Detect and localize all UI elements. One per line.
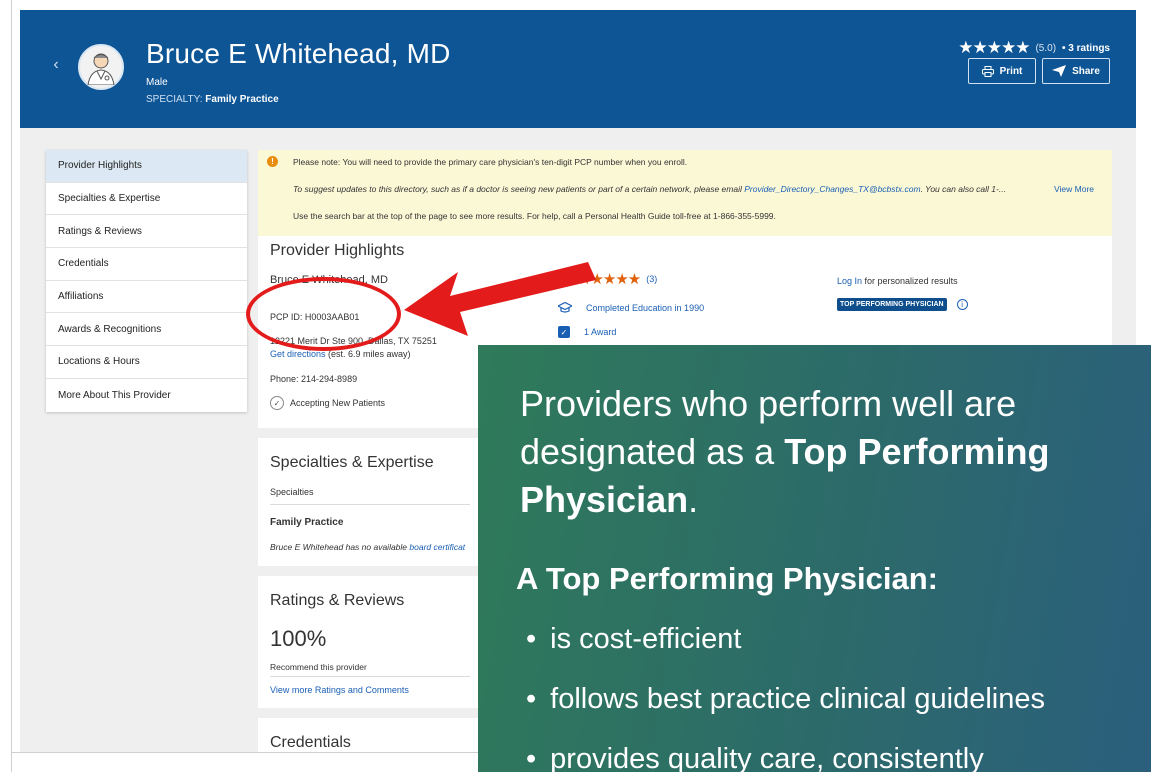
bullet-dot-icon: • [526,623,537,655]
explainer-line-3: Physician. [520,479,698,521]
explainer-bullet: • follows best practice clinical guidelin… [526,683,1045,716]
notice-line-2: To suggest updates to this directory, su… [293,184,1053,194]
divider [270,504,470,505]
board-certification-note: Bruce E Whitehead has no available board… [270,542,465,552]
distance-note: (est. 6.9 miles away) [325,349,411,359]
accepting-label: Accepting New Patients [290,398,386,408]
login-prompt: Log In for personalized results [837,276,958,286]
header-rating-score: (5.0) [1035,42,1057,54]
view-ratings-link[interactable]: View more Ratings and Comments [270,685,409,695]
bullet-text: follows best practice clinical guideline… [550,683,1046,715]
share-label: Share [1072,65,1100,77]
specialties-title: Specialties & Expertise [270,454,434,471]
explainer-heading: A Top Performing Physician: [516,561,938,596]
accepting-patients: ✓ Accepting New Patients [270,396,385,410]
nav-item-locations[interactable]: Locations & Hours [46,346,247,379]
header-rating: ★★★★★ (5.0) • 3 ratings [958,38,1110,58]
header-rating-count[interactable]: • 3 ratings [1062,43,1110,54]
login-link[interactable]: Log In [837,276,862,286]
specialties-subtitle: Specialties [270,487,314,497]
provider-gender: Male [146,77,168,88]
notice-email-link[interactable]: Provider_Directory_Changes_TX@bcbstx.com [744,184,920,194]
section-nav: Provider Highlights Specialties & Expert… [46,150,247,412]
recommend-percent: 100% [270,626,327,651]
highlights-title: Provider Highlights [270,242,405,259]
nav-item-specialties[interactable]: Specialties & Expertise [46,183,247,216]
divider [270,676,470,677]
doctor-avatar-icon [78,44,124,90]
ratings-title: Ratings & Reviews [270,592,405,609]
notice-line-3: Use the search bar at the top of the pag… [293,211,776,221]
explainer-line-3-text: . [688,479,699,520]
share-button[interactable]: Share [1042,58,1110,84]
info-icon[interactable]: i [956,299,968,310]
board-note-text: Bruce E Whitehead has no available [270,542,410,552]
printer-icon [981,65,994,77]
header-star-rating: ★★★★★ [958,38,1030,57]
nav-item-more-about[interactable]: More About This Provider [46,379,247,412]
window-left-edge [0,0,12,772]
office-phone: Phone: 214-294-8989 [270,374,358,384]
specialty-family-practice: Family Practice [270,517,344,528]
notice-line-1: Please note: You will need to provide th… [293,157,688,167]
nav-item-provider-highlights[interactable]: Provider Highlights [46,150,247,183]
print-label: Print [999,65,1023,77]
provider-specialty: SPECIALTY: Family Practice [146,94,279,105]
provider-name: Bruce E Whitehead, MD [146,38,451,69]
explainer-line-2: designated as a Top Performing [520,431,1050,473]
send-icon [1052,65,1067,77]
annotation-circle [246,277,401,351]
explainer-line-1: Providers who perform well are [520,383,1017,424]
notice-line-2-suffix: . You can also call 1-... [920,184,1006,194]
enrollment-notice: ! Please note: You will need to provide … [258,150,1112,236]
explainer-line-2-text: designated as a [520,431,785,472]
view-more-link[interactable]: View More [1054,184,1094,194]
top-performing-explainer-panel: Providers who perform well are designate… [478,345,1151,772]
board-certification-link[interactable]: board certificat [409,542,465,552]
bullet-dot-icon: • [526,743,537,772]
education-link[interactable]: Completed Education in 1990 [586,303,704,313]
print-button[interactable]: Print [968,58,1036,84]
bullet-text: is cost-efficient [550,623,742,655]
nav-item-affiliations[interactable]: Affiliations [46,281,247,314]
credentials-title: Credentials [270,734,351,751]
back-button[interactable]: ‹ [48,56,64,76]
badge-row: TOP PERFORMING PHYSICIAN i [837,298,968,311]
explainer-bullet: • is cost-efficient [526,623,741,656]
top-performing-badge: TOP PERFORMING PHYSICIAN [837,298,947,311]
specialty-label: SPECIALTY: [146,94,206,105]
explainer-bullet: • provides quality care, consistently [526,743,984,772]
alert-icon: ! [267,156,278,167]
specialty-value: Family Practice [205,94,279,105]
check-icon: ✓ [270,396,284,410]
bullet-text: provides quality care, consistently [550,743,984,772]
review-count-link[interactable]: (3) [646,274,657,284]
login-suffix: for personalized results [862,276,958,286]
notice-line-2-text: To suggest updates to this directory, su… [293,184,745,194]
explainer-line-2-bold: Top Performing [784,431,1050,472]
annotation-arrow-icon [404,262,596,336]
nav-item-credentials[interactable]: Credentials [46,248,247,281]
directions-line: Get directions (est. 6.9 miles away) [270,349,411,359]
recommend-label: Recommend this provider [270,662,367,672]
nav-item-awards[interactable]: Awards & Recognitions [46,313,247,347]
nav-item-ratings[interactable]: Ratings & Reviews [46,215,247,249]
provider-header: ‹ Bruce E Whitehead, MD Male SPECIALTY: … [20,10,1136,128]
explainer-line-3-bold: Physician [520,479,689,520]
bullet-dot-icon: • [526,683,537,715]
